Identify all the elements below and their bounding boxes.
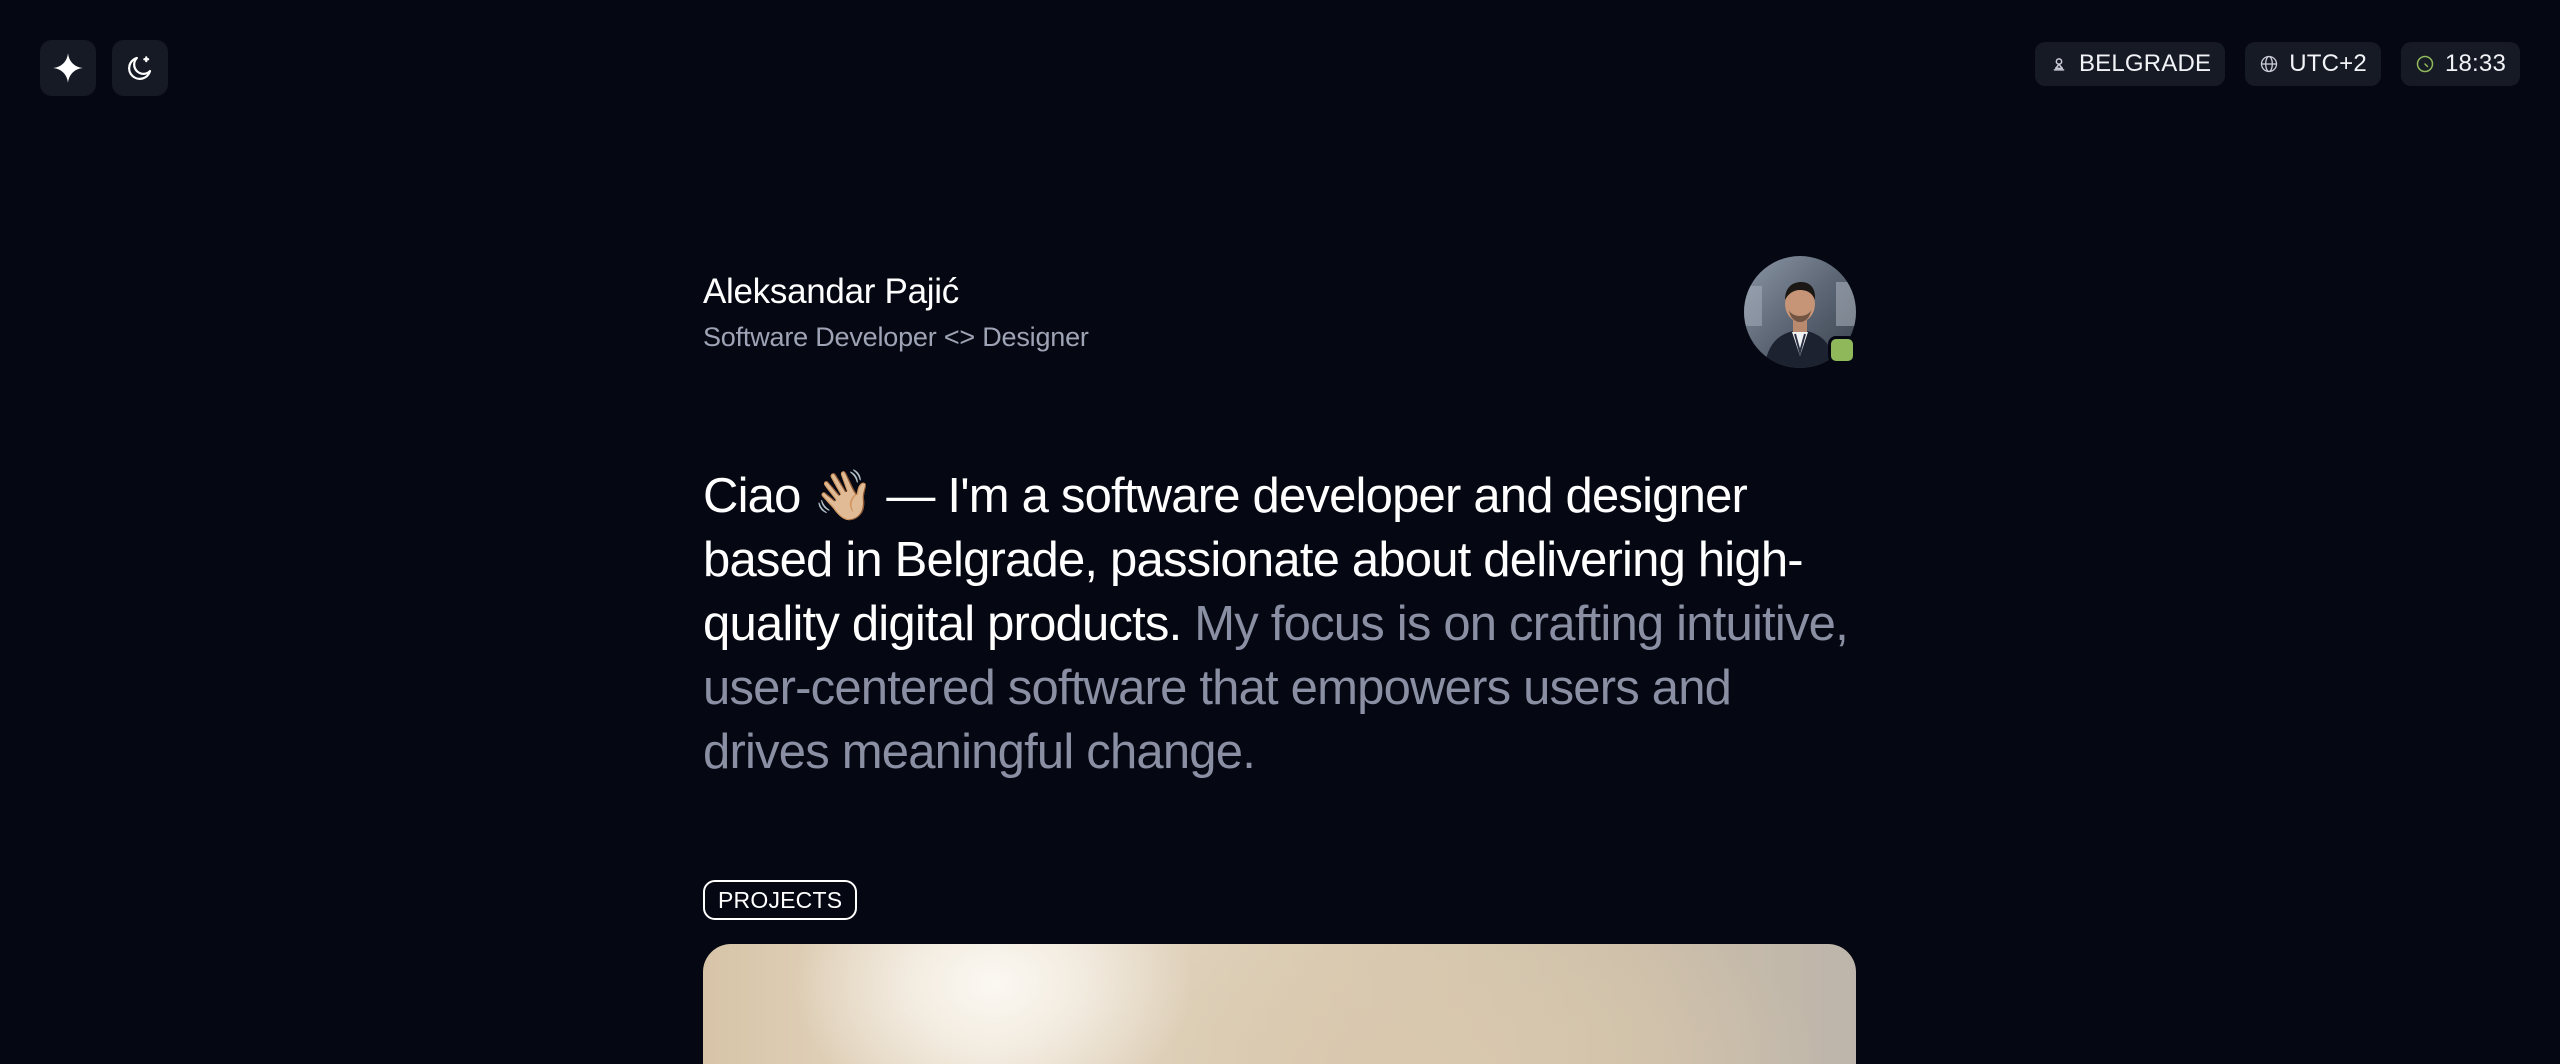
moon-star-icon [128, 56, 152, 80]
theme-toggle-button[interactable] [112, 40, 168, 96]
clock-icon [2416, 55, 2434, 73]
clock-chip: 18:33 [2400, 42, 2520, 86]
projects-section-label: PROJECTS [703, 880, 858, 920]
location-chip: BELGRADE [2034, 42, 2226, 86]
timezone-label: UTC+2 [2289, 50, 2367, 77]
location-pin-icon [2053, 58, 2065, 71]
sparkle-icon [53, 53, 83, 83]
intro-paragraph: Ciao 👋🏼 — I'm a software developer and d… [703, 464, 1856, 784]
profile-role: Software Developer <> Designer [703, 322, 1089, 352]
timezone-chip: UTC+2 [2245, 42, 2381, 86]
sparkle-button[interactable] [40, 40, 96, 96]
clock-label: 18:33 [2444, 50, 2506, 77]
project-card-image[interactable] [703, 944, 1856, 1064]
location-label: BELGRADE [2078, 50, 2212, 77]
globe-icon [2261, 55, 2278, 73]
profile-name: Aleksandar Pajić [703, 272, 959, 311]
main-content: Aleksandar Pajić Software Developer <> D… [703, 252, 1856, 1064]
top-left-controls [40, 40, 168, 96]
profile-header: Aleksandar Pajić Software Developer <> D… [703, 252, 1856, 372]
online-status-indicator [1828, 336, 1856, 364]
status-chips: BELGRADE UTC+2 18:33 [2034, 42, 2520, 86]
